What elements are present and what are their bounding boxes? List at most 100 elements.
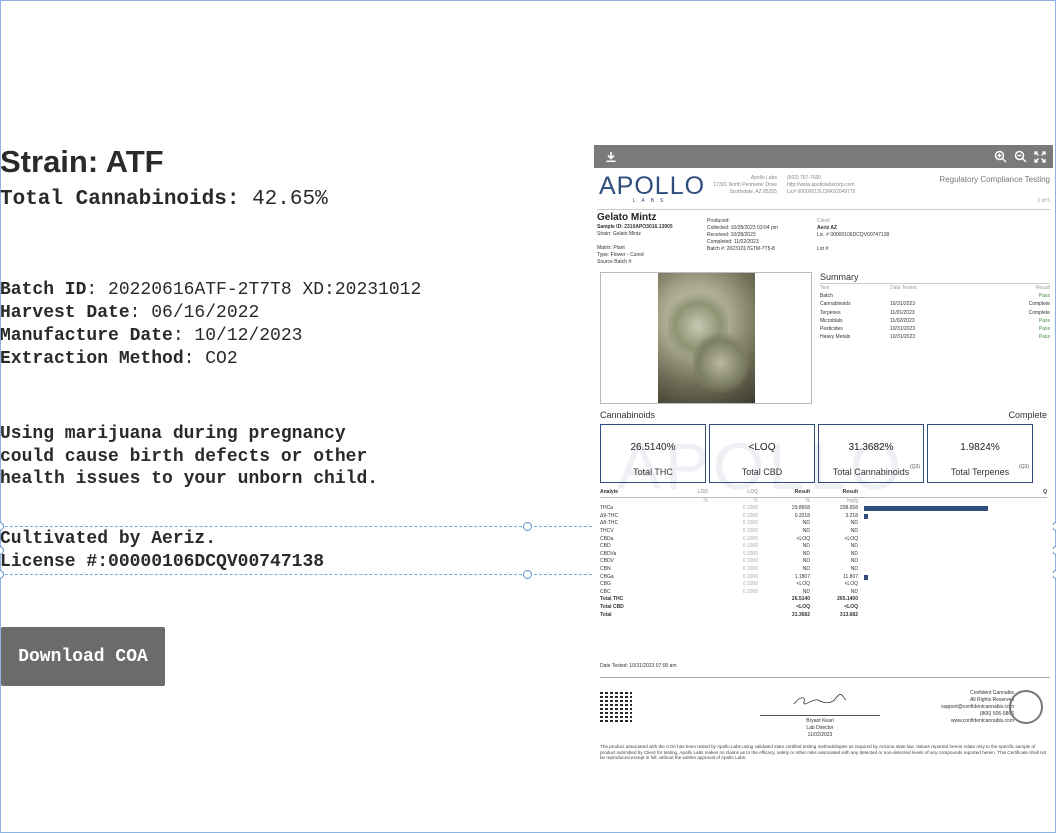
cell-lod xyxy=(680,520,708,528)
download-icon[interactable] xyxy=(604,150,618,164)
extraction-method-value: : CO2 xyxy=(183,349,238,369)
sample-matrix: Matrix: Plant xyxy=(597,245,625,251)
cell-bar xyxy=(858,581,1047,589)
regulatory-title: Regulatory Compliance Testing xyxy=(939,175,1050,184)
received: Received: 10/28/2023 xyxy=(707,232,756,238)
table-row: CBC 0.1000 ND ND xyxy=(600,589,1047,597)
summary-header: Test Date Tested Result xyxy=(820,284,1050,292)
cell-result-mg: <LOQ xyxy=(844,581,858,588)
cell-result-pct: ND xyxy=(802,527,810,534)
table-header: Analyte LOD LOQ Result Result Q xyxy=(600,489,1047,498)
logo-text: APOLLO xyxy=(599,172,706,200)
sample-col-3: Client Aeriz AZ Lic. # 00000106DCQV00747… xyxy=(817,212,1050,270)
cell-analyte: CBDV xyxy=(600,558,614,565)
summary-rows: Batch Pass Cannabinoids 10/31/2023 Complete T… xyxy=(820,292,1050,341)
cell-bar xyxy=(858,574,1047,582)
summary-date: 10/31/2023 xyxy=(890,326,916,333)
cell-lod xyxy=(680,574,708,582)
cell-loq: 0.1000 xyxy=(742,505,758,512)
summary-head-date: Date Tested xyxy=(890,285,917,291)
cell-analyte: CBGa xyxy=(600,573,614,580)
cannabinoids-title: Cannabinoids xyxy=(600,410,656,420)
cell-result-pct: <LOQ xyxy=(796,603,810,610)
summary-row: Pesticides 10/31/2023 Pass xyxy=(820,325,1050,333)
cell-loq: 0.1000 xyxy=(742,565,758,572)
cell-result-mg: ND xyxy=(850,543,858,550)
table-row: CBDVa 0.1000 ND ND xyxy=(600,551,1047,559)
harvest-date-value: : 06/16/2022 xyxy=(129,303,260,323)
table-row: CBDV 0.1000 ND ND xyxy=(600,558,1047,566)
cc-name: Confident Cannabis xyxy=(970,690,1014,697)
summary-row: Terpenes 11/01/2023 Complete xyxy=(820,309,1050,317)
cc-phone: (866) 506-5866 xyxy=(979,711,1014,718)
summary-date xyxy=(890,292,970,300)
cell-analyte: CBG xyxy=(600,581,611,588)
summary-date: 11/01/2023 xyxy=(890,309,915,316)
table-row: CBD 0.1000 ND ND xyxy=(600,543,1047,551)
cell-result-mg: 265.1400 xyxy=(837,596,858,603)
harvest-date-label: Harvest Date xyxy=(0,303,130,323)
table-row: THCV 0.1000 ND ND xyxy=(600,528,1047,536)
col-q: Q xyxy=(1043,489,1047,495)
cell-result-pct: 1.1807 xyxy=(794,573,810,580)
cell-bar xyxy=(858,589,1047,597)
cell-result-pct: <LOQ xyxy=(796,535,810,542)
summary-row: Heavy Metals 10/31/2023 Pass xyxy=(820,333,1050,341)
manufacture-date-line: Manufacture Date: 10/12/2023 xyxy=(0,326,302,346)
disclaimer: The product associated with the COA has … xyxy=(600,744,1047,761)
cell-lod xyxy=(680,551,708,559)
cell-analyte: Δ9-THC xyxy=(600,512,619,519)
resize-handle-t[interactable] xyxy=(523,522,532,531)
table-total-row: Total CBD <LOQ <LOQ xyxy=(600,604,1047,612)
cc-email: support@confidentcannabis.com xyxy=(941,704,1014,711)
card-total-terpenes: 1.9824% Total Terpenes (Q3) xyxy=(927,424,1033,483)
zoom-in-icon[interactable] xyxy=(993,150,1007,164)
cell-result-mg: ND xyxy=(850,588,858,595)
card-label: Total Cannabinoids xyxy=(832,467,910,477)
cell-lod xyxy=(680,528,708,536)
table-units: % % % mg/g xyxy=(600,498,1047,506)
result-bar xyxy=(864,506,989,512)
cell-loq: 0.1000 xyxy=(742,588,758,595)
fullscreen-icon[interactable] xyxy=(1033,150,1047,164)
lab-phone: (602) 767-7600 xyxy=(787,175,822,181)
total-cannabinoids-value: 42.65% xyxy=(252,188,328,211)
cell-result-pct: ND xyxy=(802,565,810,572)
lot-number: Lot #: xyxy=(817,246,830,252)
cell-result-pct: ND xyxy=(802,558,810,565)
summary-result: Pass xyxy=(1038,293,1050,300)
cell-bar xyxy=(858,513,1047,521)
summary-head-test: Test xyxy=(820,285,830,291)
produced: Produced: xyxy=(707,218,730,224)
summary-row: Cannabinoids 10/31/2023 Complete xyxy=(820,300,1050,308)
viewer-toolbar xyxy=(594,145,1053,168)
summary-row: Batch Pass xyxy=(820,292,1050,300)
summary-date: 10/31/2023 xyxy=(890,301,916,308)
cell-loq: 0.1000 xyxy=(742,520,758,527)
card-total-thc: 26.5140% Total THC xyxy=(600,424,706,483)
lab-web: http://www.apollolabscorp.com xyxy=(787,182,855,188)
cell-result-mg: <LOQ xyxy=(844,535,858,542)
manufacture-date-label: Manufacture Date xyxy=(0,326,173,346)
resize-handle-b[interactable] xyxy=(523,570,532,579)
cell-loq: 0.1000 xyxy=(742,527,758,534)
cell-analyte: Total CBD xyxy=(600,603,624,610)
signature-area: Bryant Kearl Lab Director 11/02/2023 Con… xyxy=(597,690,1050,738)
cell-bar xyxy=(858,543,1047,551)
cell-lod xyxy=(680,581,708,589)
product-photo xyxy=(657,273,755,403)
signer-name: Bryant Kearl xyxy=(806,718,834,725)
cell-result-pct: ND xyxy=(802,543,810,550)
download-coa-button[interactable]: Download COA xyxy=(1,627,165,686)
sample-type: Type: Flower - Cured xyxy=(597,252,644,258)
cell-bar xyxy=(858,528,1047,536)
batch-id-line: Batch ID: 20220616ATF-2T7T8 XD:20231012 xyxy=(0,280,421,300)
sample-info: Gelato Mintz Sample ID: 2310APO3016.1390… xyxy=(597,210,1050,270)
completed: Completed: 11/02/2023 xyxy=(707,239,759,245)
zoom-out-icon[interactable] xyxy=(1013,150,1027,164)
cell-loq: 0.1000 xyxy=(742,581,758,588)
cell-analyte: Total THC xyxy=(600,596,624,603)
lab-license: Lic# 00000013LCRK62049775 xyxy=(787,189,856,195)
cell-bar xyxy=(858,536,1047,544)
total-cannabinoids-label: Total Cannabinoids: xyxy=(0,188,240,211)
